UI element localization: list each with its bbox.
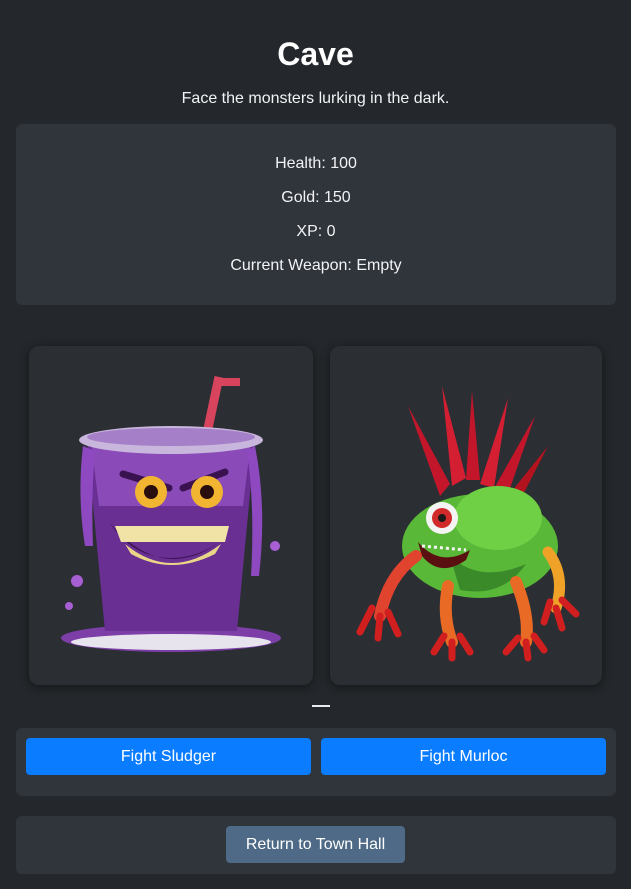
fight-sludger-button[interactable]: Fight Sludger	[26, 738, 311, 775]
navigation-panel: Return to Town Hall	[16, 816, 616, 874]
xp-stat: XP: 0	[296, 223, 336, 240]
cave-screen: Cave Face the monsters lurking in the da…	[0, 0, 631, 889]
weapon-stat: Current Weapon: Empty	[230, 257, 402, 274]
sludger-image	[61, 375, 281, 652]
page-title: Cave	[277, 36, 354, 72]
health-stat: Health: 100	[275, 155, 357, 172]
return-to-town-hall-button[interactable]: Return to Town Hall	[226, 826, 405, 863]
carousel-indicator[interactable]	[312, 705, 330, 707]
monster-card-sludger	[29, 346, 313, 685]
gold-stat: Gold: 150	[281, 189, 351, 206]
fight-murloc-button[interactable]: Fight Murloc	[321, 738, 606, 775]
murloc-image	[356, 386, 580, 662]
fight-actions-panel: Fight Sludger Fight Murloc	[16, 728, 616, 796]
monster-card-murloc	[330, 346, 602, 685]
player-stats-panel: Health: 100 Gold: 150 XP: 0 Current Weap…	[16, 124, 616, 305]
page-subtitle: Face the monsters lurking in the dark.	[181, 90, 450, 107]
